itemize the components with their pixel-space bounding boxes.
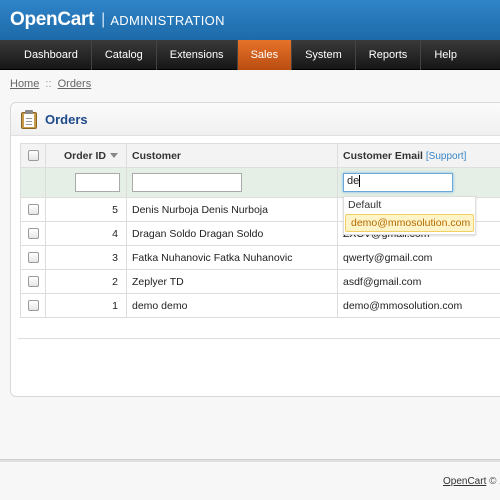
order-id-cell: 4 [45, 221, 127, 246]
customer-cell: Denis Nurboja Denis Nurboja [126, 197, 338, 222]
column-customer[interactable]: Customer [126, 143, 338, 168]
customer-cell: Zeplyer TD [126, 269, 338, 294]
table-row: 2 Zeplyer TD asdf@gmail.com [20, 269, 500, 294]
breadcrumb-separator: :: [45, 78, 52, 90]
clipboard-icon [21, 109, 37, 129]
top-header: OpenCart | ADMINISTRATION [0, 0, 500, 40]
footer-divider [0, 459, 500, 462]
table-row: 3 Fatka Nuhanovic Fatka Nuhanovic qwerty… [20, 245, 500, 270]
divider [18, 338, 500, 339]
breadcrumb-home[interactable]: Home [10, 78, 39, 90]
table-header-row: Order ID Customer Customer Email [Suppor… [20, 143, 500, 168]
customer-cell: demo demo [126, 293, 338, 318]
filter-email-input[interactable]: de [343, 173, 453, 192]
panel-header: Orders [11, 103, 500, 136]
order-id-cell: 5 [45, 197, 127, 222]
order-id-cell: 3 [45, 245, 127, 270]
page-title: Orders [45, 111, 88, 127]
menu-system[interactable]: System [292, 40, 356, 70]
row-checkbox[interactable] [27, 276, 39, 288]
order-id-cell: 1 [45, 293, 127, 318]
order-id-cell: 2 [45, 269, 127, 294]
menu-reports[interactable]: Reports [356, 40, 422, 70]
text-cursor [359, 175, 361, 188]
autocomplete-dropdown: Default demo@mmosolution.com [343, 196, 476, 235]
filter-row: de [20, 167, 500, 198]
autocomplete-group-label: Default [348, 199, 382, 211]
row-checkbox[interactable] [27, 300, 39, 312]
autocomplete-suggestion[interactable]: demo@mmosolution.com [345, 214, 474, 232]
row-checkbox[interactable] [27, 228, 39, 240]
menu-dashboard[interactable]: Dashboard [11, 40, 92, 70]
table-row: 1 demo demo demo@mmosolution.com [20, 293, 500, 318]
filter-customer-input[interactable] [132, 173, 242, 192]
row-checkbox[interactable] [27, 252, 39, 264]
select-all-checkbox[interactable] [27, 150, 39, 162]
row-checkbox[interactable] [27, 204, 39, 216]
sort-desc-icon [110, 153, 118, 159]
breadcrumb: Home :: Orders [10, 78, 91, 90]
footer-copyright: © 2 [489, 476, 500, 487]
footer-opencart-link[interactable]: OpenCart [443, 476, 486, 487]
menu-help[interactable]: Help [421, 40, 470, 70]
column-order-id[interactable]: Order ID [45, 143, 127, 168]
brand-logo[interactable]: OpenCart [10, 9, 94, 31]
support-link[interactable]: [Support] [426, 151, 467, 162]
menu-extensions[interactable]: Extensions [157, 40, 238, 70]
menu-catalog[interactable]: Catalog [92, 40, 157, 70]
brand-separator: | [101, 11, 106, 28]
column-customer-email[interactable]: Customer Email [Support] [337, 143, 500, 168]
brand-subtitle: ADMINISTRATION [110, 12, 225, 28]
email-cell: qwerty@gmail.com [337, 245, 500, 270]
orders-panel: Orders Order ID Customer Customer Email … [10, 102, 500, 397]
customer-cell: Dragan Soldo Dragan Soldo [126, 221, 338, 246]
footer: OpenCart © 2 [443, 476, 500, 487]
customer-cell: Fatka Nuhanovic Fatka Nuhanovic [126, 245, 338, 270]
filter-order-id-input[interactable] [75, 173, 120, 192]
email-cell: asdf@gmail.com [337, 269, 500, 294]
breadcrumb-orders[interactable]: Orders [58, 78, 92, 90]
main-menu: Dashboard Catalog Extensions Sales Syste… [0, 40, 500, 70]
menu-sales[interactable]: Sales [237, 40, 293, 70]
email-cell: demo@mmosolution.com [337, 293, 500, 318]
